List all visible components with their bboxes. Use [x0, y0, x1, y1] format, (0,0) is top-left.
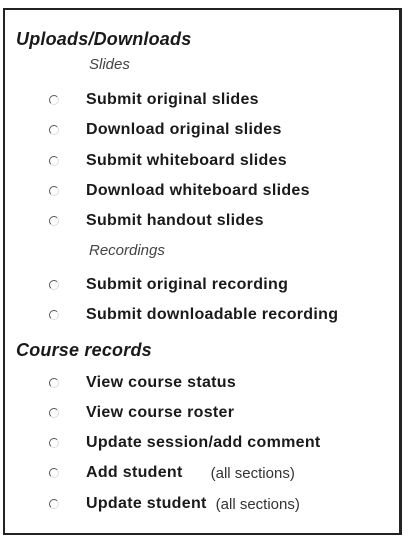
option-label: View course status [86, 374, 237, 391]
radio-button[interactable] [49, 378, 59, 388]
recordings-subheading: Recordings [89, 242, 165, 259]
option-submit-downloadable-recording[interactable]: Submit downloadable recording [49, 304, 338, 326]
option-submit-whiteboard-slides[interactable]: Submit whiteboard slides [49, 150, 287, 172]
radio-button[interactable] [49, 125, 59, 135]
option-view-course-status[interactable]: View course status [49, 372, 236, 394]
option-label: View course roster [86, 404, 235, 421]
option-view-course-roster[interactable]: View course roster [49, 402, 234, 424]
option-submit-original-slides[interactable]: Submit original slides [49, 89, 259, 111]
option-label: Download original slides [86, 121, 282, 138]
option-download-original-slides[interactable]: Download original slides [49, 119, 282, 141]
radio-button[interactable] [49, 468, 59, 478]
radio-button[interactable] [49, 186, 59, 196]
option-update-session-add-comment[interactable]: Update session/add comment [49, 432, 321, 454]
option-label: Update student [86, 495, 207, 512]
uploads-downloads-heading: Uploads/Downloads [16, 29, 192, 49]
option-label: Download whiteboard slides [86, 182, 310, 199]
radio-button[interactable] [49, 280, 59, 290]
radio-button[interactable] [49, 310, 59, 320]
option-label: Submit handout slides [86, 212, 264, 229]
option-add-student[interactable]: Add student (all sections) [49, 462, 295, 484]
option-submit-original-recording[interactable]: Submit original recording [49, 274, 288, 296]
option-label: Submit original slides [86, 91, 259, 108]
radio-button[interactable] [49, 499, 59, 509]
radio-button[interactable] [49, 95, 59, 105]
menu-panel: Uploads/Downloads Slides Submit original… [3, 8, 402, 535]
option-note: (all sections) [215, 495, 300, 513]
option-download-whiteboard-slides[interactable]: Download whiteboard slides [49, 180, 310, 202]
radio-button[interactable] [49, 408, 59, 418]
option-label: Submit original recording [86, 276, 289, 293]
option-label: Add student [86, 464, 183, 481]
course-records-heading: Course records [16, 340, 152, 360]
option-label: Update session/add comment [86, 434, 321, 451]
option-update-student[interactable]: Update student (all sections) [49, 493, 300, 515]
option-note: (all sections) [210, 464, 295, 482]
radio-button[interactable] [49, 216, 59, 226]
radio-button[interactable] [49, 438, 59, 448]
option-label: Submit downloadable recording [86, 306, 339, 323]
option-label: Submit whiteboard slides [86, 152, 288, 169]
radio-button[interactable] [49, 156, 59, 166]
slides-subheading: Slides [89, 56, 130, 73]
option-submit-handout-slides[interactable]: Submit handout slides [49, 210, 264, 232]
